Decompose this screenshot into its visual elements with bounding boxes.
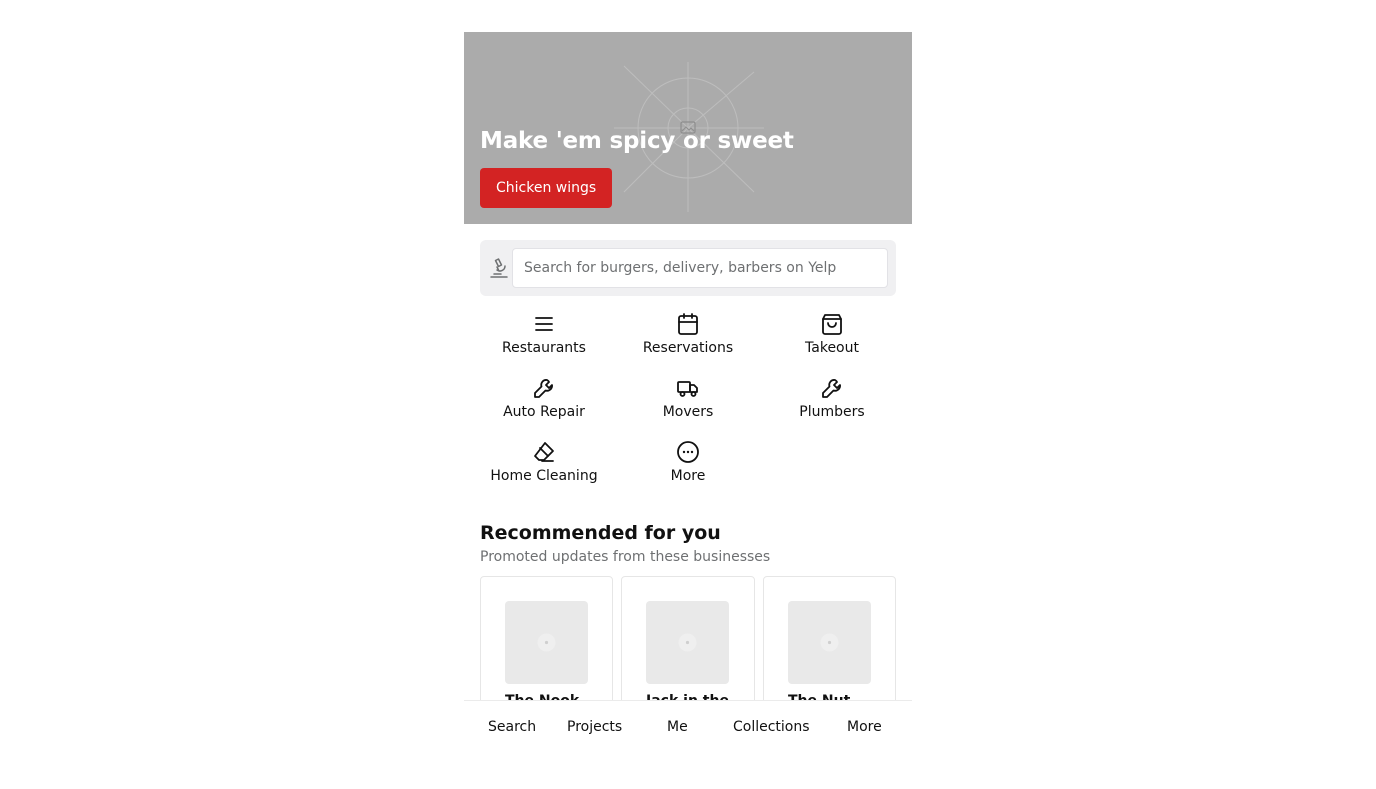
image-placeholder-icon [820,633,839,652]
category-plumbers[interactable]: Plumbers [768,376,896,430]
chicken-wings-button[interactable]: Chicken wings [480,168,613,208]
search-input[interactable] [512,248,888,288]
business-thumbnail [788,601,871,684]
business-thumbnail [505,601,588,684]
nav-collections[interactable]: Collections [733,719,810,735]
bottom-navigation: Search Projects Me Collections More [464,700,912,789]
category-label: Takeout [805,340,859,356]
category-label: Reservations [642,340,734,356]
category-label: More [670,468,706,484]
menu-lines-icon [535,317,553,331]
microscope-icon[interactable] [488,256,510,280]
business-thumbnail [646,601,729,684]
hero-title: Make 'em spicy or sweet [480,128,794,154]
image-placeholder-icon [678,633,697,652]
nav-me[interactable]: Me [667,719,688,735]
recommended-subtitle: Promoted updates from these businesses [480,549,771,565]
category-auto-repair[interactable]: Auto Repair [480,376,608,430]
search-bar [480,240,896,296]
shopping-bag-icon [822,314,842,335]
wrench-icon [534,379,553,398]
category-more[interactable]: More [624,440,752,494]
truck-icon [677,381,698,397]
category-label: Plumbers [799,404,865,420]
category-label: Movers [662,404,714,420]
more-dots-icon [677,441,699,463]
nav-projects[interactable]: Projects [567,719,622,735]
wrench-icon [822,379,841,398]
nav-more[interactable]: More [847,719,882,735]
category-restaurants[interactable]: Restaurants [480,312,608,366]
nav-search[interactable]: Search [488,719,536,735]
calendar-icon [678,313,698,335]
hero-banner: Make 'em spicy or sweet Chicken wings [464,32,912,224]
category-reservations[interactable]: Reservations [624,312,752,366]
app-screen: Make 'em spicy or sweet Chicken wings Re… [464,32,912,789]
category-label: Restaurants [502,340,586,356]
category-movers[interactable]: Movers [624,376,752,430]
category-label: Home Cleaning [490,468,598,484]
category-home-cleaning[interactable]: Home Cleaning [480,440,608,494]
category-label: Auto Repair [503,404,585,420]
image-placeholder-icon [537,633,556,652]
eraser-icon [534,442,554,462]
recommended-title: Recommended for you [480,522,721,544]
category-takeout[interactable]: Takeout [768,312,896,366]
